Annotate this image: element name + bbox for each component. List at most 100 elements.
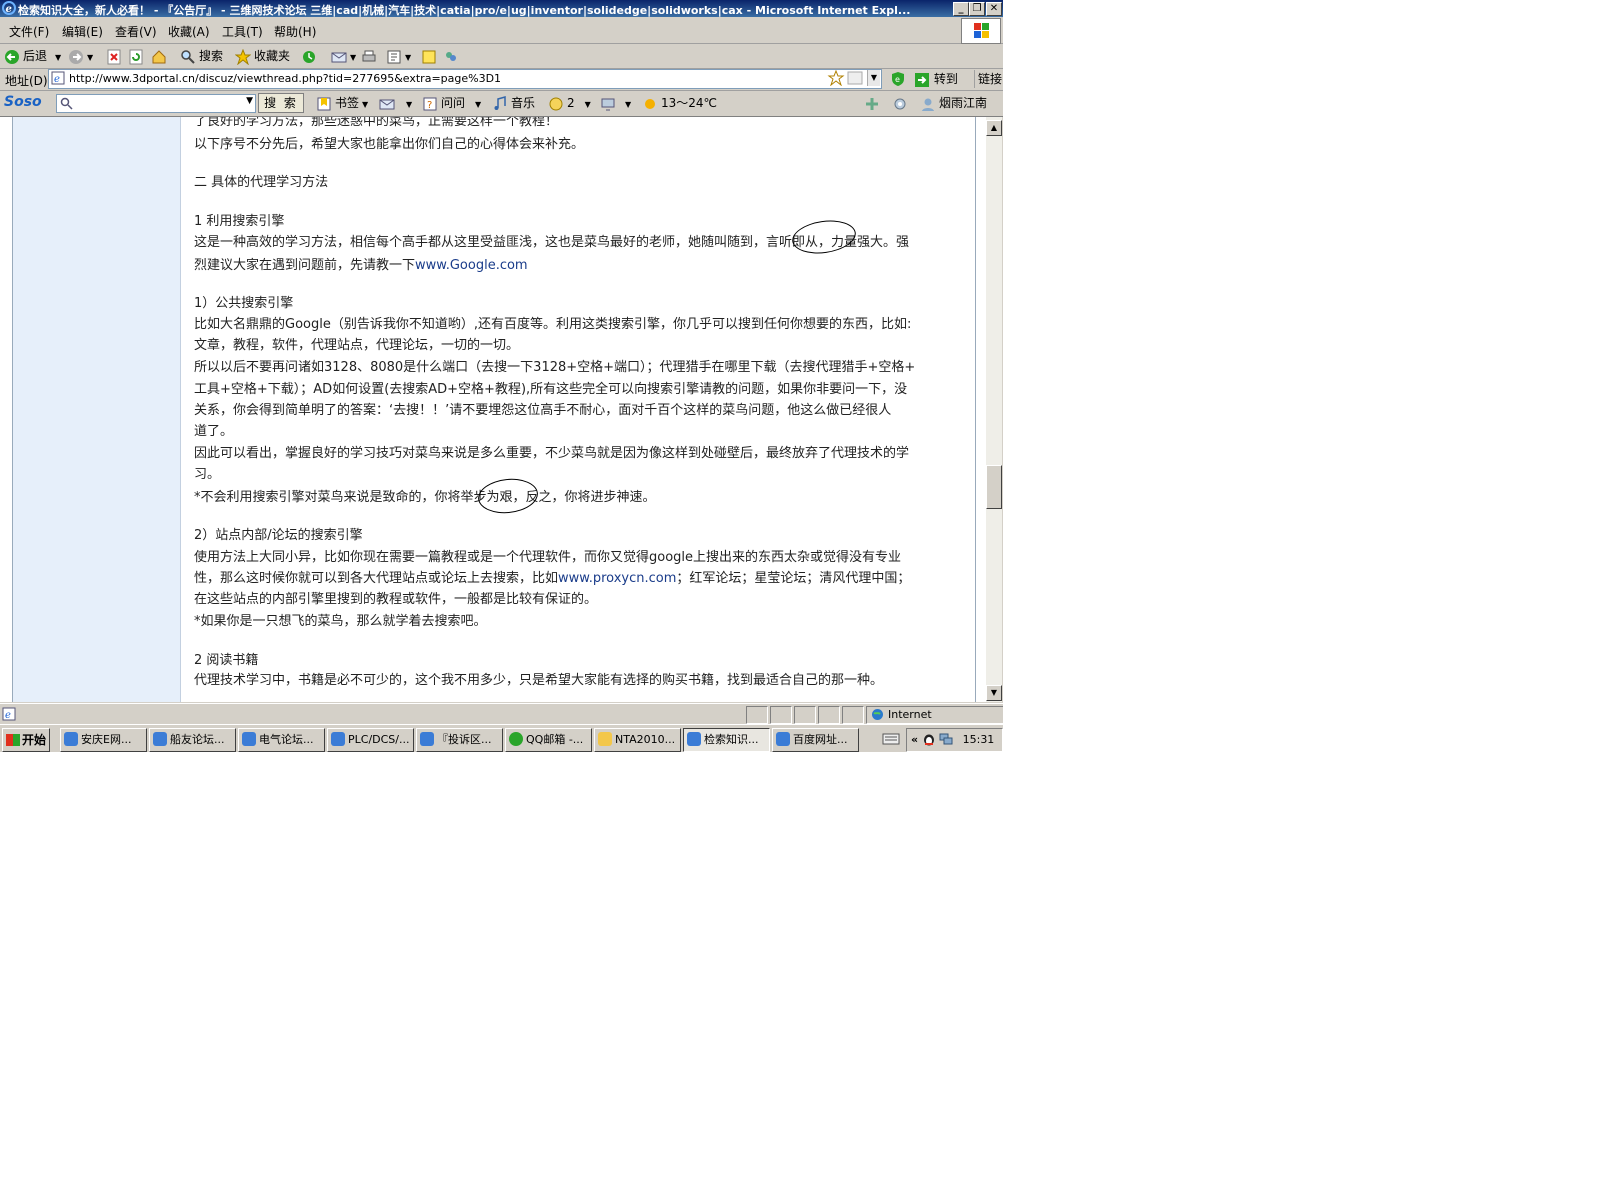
scroll-thumb[interactable]: [986, 465, 1002, 509]
taskbar-item[interactable]: 『投诉区...: [416, 728, 503, 752]
keyboard-icon[interactable]: [882, 732, 900, 746]
weather-widget[interactable]: 13～24℃: [642, 94, 717, 112]
taskbar-item[interactable]: NTA2010...: [594, 728, 681, 752]
qq-mail-icon: [509, 732, 523, 746]
ask-button[interactable]: ? 问问 ▼: [422, 94, 481, 112]
history-button[interactable]: [301, 47, 320, 65]
taskbar-item[interactable]: 百度网址...: [772, 728, 859, 752]
mail-button[interactable]: ▼: [331, 47, 356, 65]
soso-logo[interactable]: Soso: [4, 94, 42, 110]
article-line: *不会利用搜索引擎对菜鸟来说是致命的，你将举步为艰，反之，你将进步神速。: [194, 490, 656, 505]
menu-tools[interactable]: 工具(T): [222, 23, 263, 40]
ie-task-icon: [420, 732, 434, 746]
address-dropdown[interactable]: ▼: [867, 70, 880, 86]
google-link[interactable]: www.Google.com: [415, 258, 528, 273]
add-icon[interactable]: [864, 96, 880, 112]
taskbar-item[interactable]: QQ邮箱 -...: [505, 728, 592, 752]
soso-search-button[interactable]: 搜 索: [258, 93, 304, 113]
envelope-icon: [379, 99, 395, 109]
menu-file[interactable]: 文件(F): [9, 23, 49, 40]
soso-toolbar: Soso ▼ 搜 索 书签 ▼ ▼ ? 问问 ▼ 音乐 2 ▼ ▼ 13～24℃ 烟雨: [0, 91, 1003, 117]
vertical-scrollbar[interactable]: ▲ ▼: [986, 117, 1002, 702]
soso-mail-button[interactable]: ▼: [379, 94, 412, 112]
article-line: 以下序号不分先后，希望大家也能拿出你们自己的心得体会来补充。: [194, 137, 585, 152]
network-icon[interactable]: [939, 732, 953, 746]
scroll-down-button[interactable]: ▼: [986, 685, 1002, 701]
search-button[interactable]: 搜索: [180, 47, 223, 65]
task-label: 安庆E网...: [81, 733, 132, 746]
title-bar[interactable]: e 检索知识大全，新人必看！ - 『公告厅』 - 三维网技术论坛 三维|cad|…: [0, 0, 1003, 17]
close-button[interactable]: ✕: [986, 2, 1002, 16]
go-button[interactable]: 转到: [914, 70, 958, 88]
back-button[interactable]: 后退 ▼: [4, 47, 61, 65]
proxycn-link[interactable]: www.proxycn.com: [558, 571, 676, 586]
task-label: 检索知识...: [704, 733, 759, 746]
article-line: 文章，教程，软件，代理站点，代理论坛，一切的一切。: [194, 338, 520, 353]
links-button[interactable]: 链接: [974, 70, 1002, 88]
qq-penguin-icon[interactable]: [922, 732, 936, 746]
restore-button[interactable]: ❐: [969, 2, 985, 16]
section-heading: 二 具体的代理学习方法: [194, 175, 329, 190]
screen-button[interactable]: ▼: [600, 94, 631, 112]
security-zone[interactable]: Internet: [866, 706, 1003, 724]
article-line: 比如大名鼎鼎的Google（别告诉我你不知道哟）,还有百度等。利用这类搜索引擎，…: [194, 317, 912, 332]
forward-arrow-icon: [69, 49, 83, 64]
security-shield-icon[interactable]: e: [890, 71, 906, 87]
globe-icon: [872, 709, 883, 720]
soso-search-input[interactable]: ▼: [56, 94, 256, 113]
menu-view[interactable]: 查看(V): [115, 23, 157, 40]
start-label: 开始: [22, 733, 47, 747]
menu-help[interactable]: 帮助(H): [274, 23, 316, 40]
home-button[interactable]: [151, 47, 170, 65]
user-button[interactable]: 烟雨江南: [920, 94, 987, 112]
taskbar-item[interactable]: 电气论坛...: [238, 728, 325, 752]
minimize-button[interactable]: _: [953, 2, 969, 16]
notes-button[interactable]: [421, 47, 440, 65]
hand-drawn-circle: [476, 475, 540, 517]
taskbar-item[interactable]: 船友论坛...: [149, 728, 236, 752]
forward-button[interactable]: ▼: [68, 47, 93, 65]
task-label: 船友论坛...: [170, 733, 225, 746]
menu-bar: 文件(F) 编辑(E) 查看(V) 收藏(A) 工具(T) 帮助(H): [0, 17, 1003, 44]
soso-dropdown-icon[interactable]: ▼: [246, 96, 253, 106]
stop-icon: [107, 49, 121, 64]
notification-button[interactable]: 2 ▼: [548, 94, 591, 112]
taskbar-item[interactable]: 安庆E网...: [60, 728, 147, 752]
scroll-up-button[interactable]: ▲: [986, 120, 1002, 136]
bookmark-button[interactable]: 书签 ▼: [316, 94, 368, 112]
status-pane: [770, 706, 792, 724]
svg-text:e: e: [895, 75, 900, 84]
address-bar: 地址(D) e http://www.3dportal.cn/discuz/vi…: [0, 68, 1003, 91]
ie-logo-icon: e: [2, 1, 16, 15]
windows-logo-icon: [961, 18, 1001, 44]
tray-expand-icon[interactable]: «: [911, 733, 918, 746]
taskbar-item-active[interactable]: 检索知识...: [683, 728, 770, 752]
favorites-label: 收藏夹: [254, 49, 291, 63]
menu-favorites[interactable]: 收藏(A): [168, 23, 210, 40]
ask-label: 问问: [441, 96, 466, 110]
messenger-button[interactable]: [443, 47, 462, 65]
add-favorite-icon[interactable]: [827, 70, 845, 86]
article-line: 习。: [194, 467, 221, 482]
settings-gear-icon[interactable]: [892, 96, 908, 112]
bookmark-label: 书签: [335, 96, 360, 110]
start-button[interactable]: 开始: [2, 728, 50, 752]
address-input[interactable]: e http://www.3dportal.cn/discuz/viewthre…: [48, 69, 882, 89]
notification-count: 2: [567, 96, 575, 110]
rss-icon[interactable]: [847, 71, 863, 85]
favorites-button[interactable]: 收藏夹: [235, 47, 290, 65]
clock[interactable]: 15:31: [963, 733, 995, 746]
user-name: 烟雨江南: [939, 96, 988, 110]
ie-task-icon: [687, 732, 701, 746]
article-text: ；红军论坛；星莹论坛；清风代理中国；: [676, 571, 911, 586]
stop-button[interactable]: [106, 47, 125, 65]
taskbar-item[interactable]: PLC/DCS/...: [327, 728, 414, 752]
refresh-button[interactable]: [128, 47, 147, 65]
edit-button[interactable]: ▼: [386, 47, 411, 65]
music-button[interactable]: 音乐: [492, 94, 535, 112]
print-button[interactable]: [361, 47, 380, 65]
search-icon: [181, 49, 195, 64]
article-line: 了良好的学习方法，那些迷惑中的菜鸟，正需要这样一个教程！: [194, 117, 559, 129]
menu-edit[interactable]: 编辑(E): [62, 23, 103, 40]
history-icon: [303, 50, 315, 63]
